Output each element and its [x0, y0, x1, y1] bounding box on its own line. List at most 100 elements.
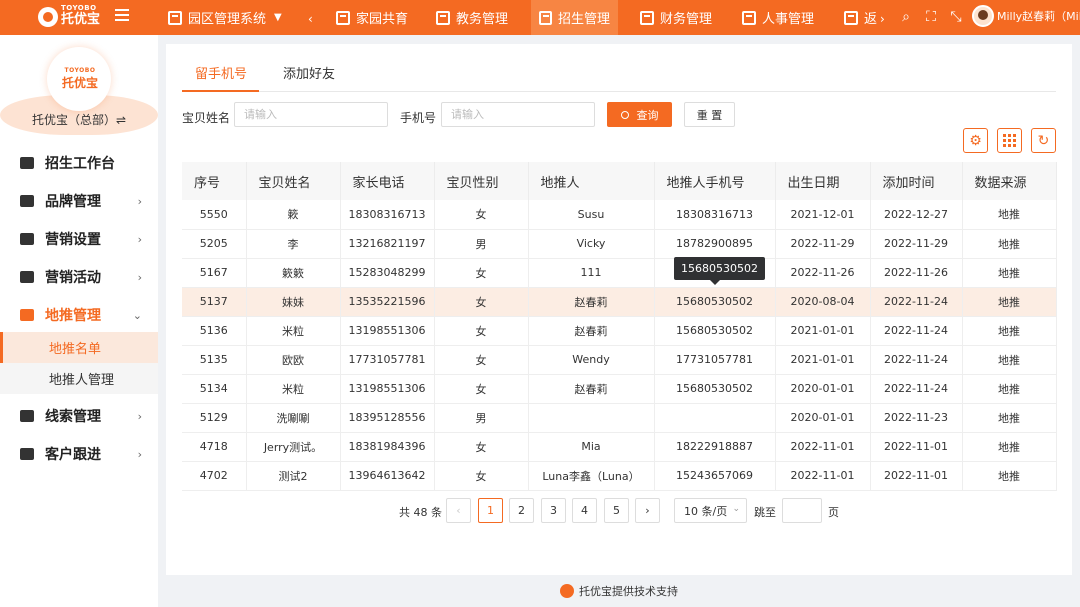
footer: 托优宝提供技术支持: [158, 575, 1080, 607]
column-header: 家长电话: [340, 162, 435, 200]
sidebar-item-enrollment-workbench[interactable]: 招生工作台: [0, 144, 158, 182]
table-cell: 5136: [182, 316, 247, 346]
settings-gear-icon[interactable]: ⚙: [963, 128, 988, 153]
top-navbar: TOYOBO 托优宝 园区管理系统 ▼ ‹ 家园共育 教务管理 招生管理 财务管…: [0, 0, 1080, 35]
nav-item-home-school[interactable]: 家园共育: [328, 0, 416, 35]
table-cell: 女: [434, 316, 529, 346]
table-row[interactable]: 5205 李 13216821197 男 Vicky 18782900895 2022-11…: [182, 229, 1057, 259]
table-cell: 女: [434, 200, 529, 230]
chevron-right-icon: ›: [137, 270, 142, 284]
refresh-icon[interactable]: ↻: [1031, 128, 1056, 153]
sidebar-item-label: 招生工作台: [45, 156, 115, 172]
sidebar-item-label: 营销活动: [45, 270, 101, 286]
sidebar-item-ground-promotion[interactable]: 地推管理 ⌄: [0, 296, 158, 334]
table-cell: 5134: [182, 374, 247, 404]
chevron-right-icon: ›: [137, 194, 142, 208]
table-row[interactable]: 4702 测试2 13964613642 女 Luna李鑫（Luna） 152436570…: [182, 461, 1057, 491]
phone-label: 手机号: [400, 111, 437, 125]
menu-toggle-icon[interactable]: [115, 9, 129, 23]
column-grid-icon[interactable]: [997, 128, 1022, 153]
table-cell: 洗唰唰: [246, 403, 341, 433]
prev-page-button[interactable]: ‹: [446, 498, 471, 523]
table-row[interactable]: 5136 米粒 13198551306 女赵春莉 15680530502 2021-01-…: [182, 316, 1057, 346]
person-icon: [20, 309, 34, 321]
user-menu[interactable]: Milly赵春莉（Mill: [972, 5, 1080, 27]
table-row[interactable]: 4718 Jerry测试。 18381984396 女 Mia 18222918887 20…: [182, 432, 1057, 462]
table-cell: 2022-11-24: [870, 345, 963, 375]
table-row[interactable]: 5135 欧欧 17731057781 女 Wendy 17731057781 2021-0…: [182, 345, 1057, 375]
nav-item-finance[interactable]: 财务管理: [632, 0, 720, 35]
page-button[interactable]: 5: [604, 498, 629, 523]
fullscreen-icon[interactable]: ⤡: [948, 9, 964, 25]
search-button[interactable]: 查询: [607, 102, 672, 127]
table-cell: 地推: [962, 229, 1057, 259]
jump-label: 跳至: [754, 506, 776, 519]
page-button[interactable]: 3: [541, 498, 566, 523]
sidebar-item-brand[interactable]: 品牌管理 ›: [0, 182, 158, 220]
chevron-down-icon: ⌄: [732, 504, 740, 514]
table-cell: 2022-11-01: [775, 461, 871, 491]
table-cell: 簌: [246, 200, 341, 230]
next-page-button[interactable]: ›: [635, 498, 660, 523]
reset-button[interactable]: 重 置: [684, 102, 735, 127]
phone-input[interactable]: 请输入: [441, 102, 595, 127]
table-cell: 18381984396: [340, 432, 435, 462]
sidebar-item-leads[interactable]: 线索管理 ›: [0, 397, 158, 435]
table-cell: 李: [246, 229, 341, 259]
table-cell: 5205: [182, 229, 247, 259]
system-switcher[interactable]: 园区管理系统 ▼: [160, 0, 290, 35]
user-name: Milly赵春莉（Mill: [997, 10, 1080, 23]
table-cell: 米粒: [246, 316, 341, 346]
nav-next-icon[interactable]: ›: [880, 12, 885, 26]
nav-prev-icon[interactable]: ‹: [308, 12, 313, 26]
page-button[interactable]: 4: [572, 498, 597, 523]
sidebar-item-marketing-activities[interactable]: 营销活动 ›: [0, 258, 158, 296]
nav-label: 招生管理: [557, 12, 610, 27]
nav-label: 返: [864, 12, 878, 27]
table-cell: 地推: [962, 374, 1057, 404]
home-school-icon: [336, 10, 350, 25]
table-cell: 13198551306: [340, 374, 435, 404]
chevron-right-icon: ›: [137, 447, 142, 461]
table-row[interactable]: 5129 洗唰唰 18395128556 男 2020-01-01 2022-11-23 地…: [182, 403, 1057, 433]
sidebar-item-label: 营销设置: [45, 232, 101, 248]
org-switcher[interactable]: 托优宝（总部）⇌: [0, 111, 158, 128]
nav-item-more[interactable]: 返: [836, 0, 885, 35]
sidebar-item-customer-followup[interactable]: 客户跟进 ›: [0, 435, 158, 473]
jump-page-input[interactable]: [782, 498, 822, 523]
tab-add-friend[interactable]: 添加好友: [271, 57, 347, 88]
tab-phone[interactable]: 留手机号: [183, 57, 259, 88]
chevron-right-icon: ›: [137, 232, 142, 246]
promotion-table: 序号 宝贝姓名 家长电话 宝贝性别 地推人 地推人手机号 出生日期 添加时间 数据来源 5550…: [182, 162, 1057, 491]
sidebar-subitem-promoter-management[interactable]: 地推人管理: [0, 363, 158, 394]
nav-item-enrollment[interactable]: 招生管理: [531, 0, 618, 35]
page-size-select[interactable]: 10 条/页 ⌄: [674, 498, 747, 523]
table-row[interactable]: 5134 米粒 13198551306 女赵春莉 15680530502 2020-01-…: [182, 374, 1057, 404]
table-cell: 地推: [962, 258, 1057, 288]
table-row[interactable]: 5550 簌 18308316713 女 Susu 18308316713 2021-12-…: [182, 200, 1057, 230]
table-cell: 111: [528, 258, 655, 288]
tab-active-indicator: [182, 90, 259, 92]
user-plus-icon: [20, 233, 34, 245]
table-row[interactable]: 5137 妹妹 13535221596 女赵春莉 15680530502 2020-08-…: [182, 287, 1057, 317]
chart-icon: [20, 157, 34, 169]
nav-item-hr[interactable]: 人事管理: [734, 0, 822, 35]
page-size-value: 10 条/页: [684, 504, 728, 518]
page-button[interactable]: 1: [478, 498, 503, 523]
page-button[interactable]: 2: [509, 498, 534, 523]
table-cell: 2020-01-01: [775, 403, 871, 433]
baby-name-input[interactable]: 请输入: [234, 102, 388, 127]
app-logo[interactable]: TOYOBO 托优宝: [61, 5, 100, 27]
table-cell: 赵春莉: [528, 374, 655, 404]
chevron-right-icon: ›: [137, 409, 142, 423]
table-cell: 地推: [962, 287, 1057, 317]
scan-icon[interactable]: ⛶: [923, 9, 939, 25]
table-cell: 地推: [962, 432, 1057, 462]
search-icon[interactable]: ⌕: [898, 9, 914, 25]
table-cell: 地推: [962, 345, 1057, 375]
nav-item-academic[interactable]: 教务管理: [428, 0, 516, 35]
sidebar-item-marketing-settings[interactable]: 营销设置 ›: [0, 220, 158, 258]
sidebar-subitem-promotion-list[interactable]: 地推名单: [0, 332, 158, 363]
table-row[interactable]: 5167簌簌15283048299女111 15680530502 2022-11-…: [182, 258, 1057, 288]
trend-icon: [20, 271, 34, 283]
